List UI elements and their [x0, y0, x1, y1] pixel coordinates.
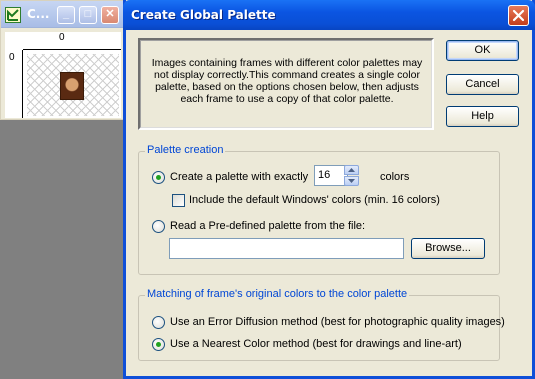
nearest-color-label: Use a Nearest Color method (best for dra…: [170, 338, 462, 350]
background-window-title: C...: [27, 7, 50, 21]
palette-file-label: Read a Pre-defined palette from the file…: [170, 220, 366, 232]
description-text: Images containing frames with different …: [151, 57, 423, 105]
maximize-button[interactable]: □: [79, 6, 97, 24]
browse-button[interactable]: Browse...: [411, 238, 485, 259]
color-matching-group: Matching of frame's original colors to t…: [138, 288, 505, 361]
background-window-titlebar[interactable]: C... _ □ ✕: [1, 1, 125, 28]
colors-unit-label: colors: [380, 171, 410, 183]
include-windows-colors-checkbox[interactable]: [172, 194, 185, 207]
horizontal-ruler: 0: [23, 32, 121, 50]
arrow-up-icon: [348, 168, 355, 172]
spin-up-button[interactable]: [344, 165, 359, 175]
image-thumbnail: [60, 72, 84, 100]
include-windows-colors-label: Include the default Windows' colors (min…: [189, 194, 440, 206]
ruler-v-label: 0: [9, 52, 15, 63]
description-box: Images containing frames with different …: [138, 38, 434, 130]
dialog-title: Create Global Palette: [131, 8, 276, 22]
colors-count-spinner[interactable]: [344, 165, 359, 186]
app-icon: [5, 7, 21, 23]
colors-count-input[interactable]: 16: [314, 165, 348, 186]
palette-file-path-input[interactable]: [169, 238, 404, 259]
ruler-h-label: 0: [59, 32, 65, 43]
dialog-titlebar[interactable]: Create Global Palette: [123, 0, 535, 30]
radio-nearest-color[interactable]: [152, 338, 165, 351]
background-image-window[interactable]: C... _ □ ✕ 0 0: [0, 0, 125, 120]
close-icon: [512, 9, 525, 22]
minimize-button[interactable]: _: [57, 6, 75, 24]
dialog-close-button[interactable]: [508, 5, 529, 26]
exact-palette-label: Create a palette with exactly: [170, 171, 309, 183]
vertical-ruler: 0: [5, 50, 23, 118]
radio-palette-file[interactable]: [152, 220, 165, 233]
radio-exact-palette[interactable]: [152, 171, 165, 184]
radio-error-diffusion[interactable]: [152, 316, 165, 329]
ok-button[interactable]: OK: [446, 40, 519, 61]
spin-down-button[interactable]: [344, 176, 359, 186]
error-diffusion-label: Use an Error Diffusion method (best for …: [170, 316, 505, 328]
background-close-button[interactable]: ✕: [101, 6, 119, 24]
color-matching-label: Matching of frame's original colors to t…: [145, 288, 410, 300]
image-canvas[interactable]: 0 0: [5, 32, 121, 118]
create-global-palette-dialog: Create Global Palette Images containing …: [123, 0, 535, 379]
cancel-button[interactable]: Cancel: [446, 74, 519, 95]
palette-creation-group: Palette creation Create a palette with e…: [138, 144, 500, 275]
help-button[interactable]: Help: [446, 106, 519, 127]
arrow-down-icon: [348, 179, 355, 183]
palette-creation-label: Palette creation: [145, 144, 226, 156]
